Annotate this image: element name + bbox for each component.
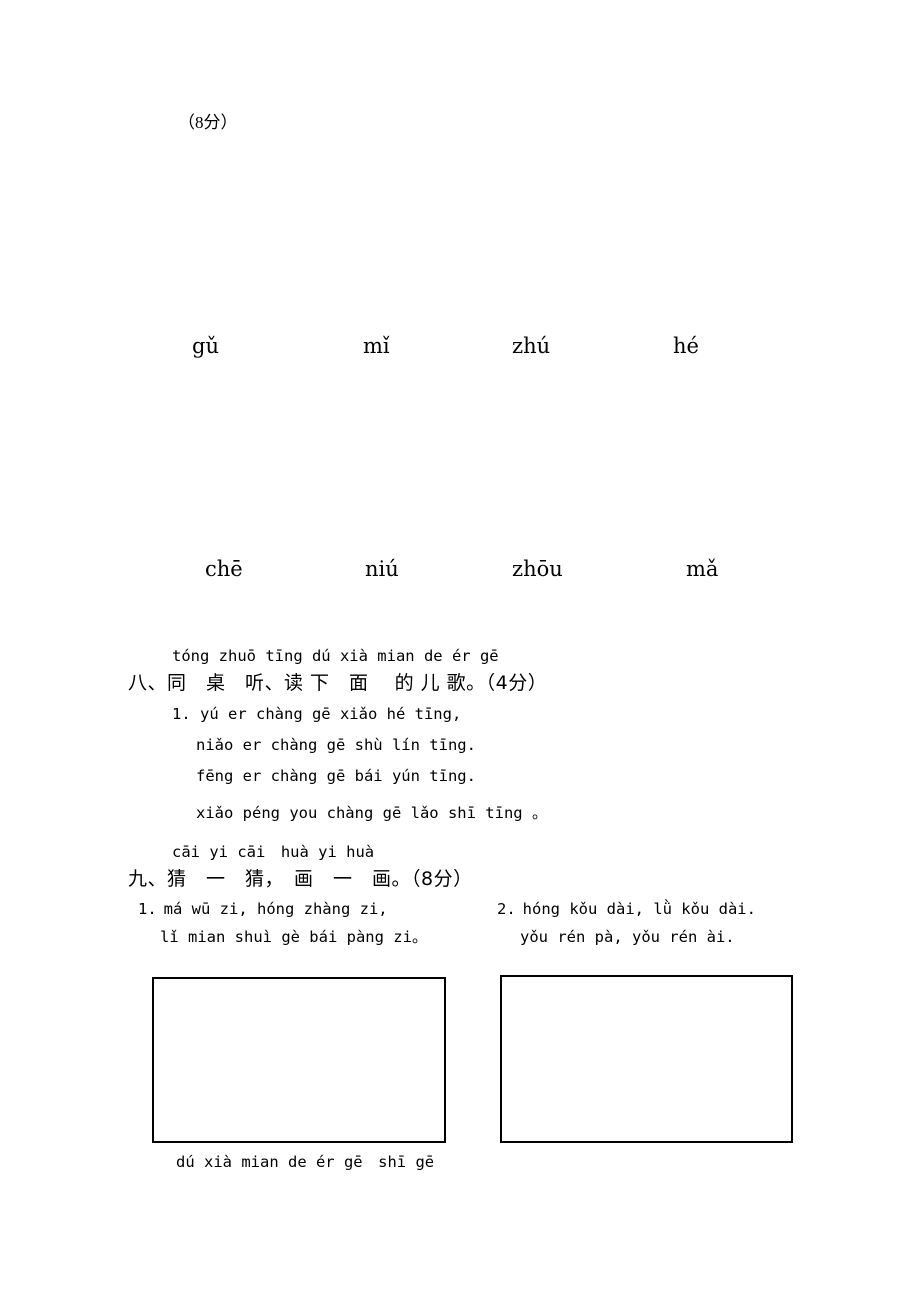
riddle-1-line-2: lǐ mian shuì gè bái pàng zi。 <box>160 928 428 946</box>
pinyin-word-row-2: chē niú zhōu mǎ <box>0 557 920 591</box>
section-nine-heading: 九、猜 一 猜， 画 一 画。（8分） <box>128 868 473 890</box>
riddle-1-line-1: má wū zi, hóng zhàng zi, <box>163 900 388 918</box>
pinyin-word: zhōu <box>512 557 563 581</box>
section-eight-pinyin-gloss: tóng zhuō tīng dú xià mian de ér gē <box>172 647 499 665</box>
pinyin-word: chē <box>205 557 243 581</box>
section-eight-line-4: xiǎo péng you chàng gē lǎo shī tīng 。 <box>196 804 548 822</box>
riddle-2-number: 2. <box>497 900 516 918</box>
pinyin-word: mǐ <box>363 334 390 358</box>
worksheet-page: （8分） gǔ mǐ zhú hé chē niú zhōu mǎ tóng z… <box>0 0 920 1302</box>
pinyin-word: niú <box>365 557 399 581</box>
section-eight-line-2: niǎo er chàng gē shù lín tīng. <box>196 736 476 754</box>
pinyin-word: mǎ <box>686 557 719 581</box>
score-label-top: （8分） <box>178 113 238 132</box>
drawing-answer-box-1[interactable] <box>152 977 446 1143</box>
pinyin-word: gǔ <box>192 334 219 358</box>
riddle-2-number-and-line-1: 2. hóng kǒu dài, lǜ kǒu dài. <box>497 900 756 918</box>
section-nine-pinyin-gloss: cāi yi cāi huà yi huà <box>172 843 375 861</box>
section-eight-line-1: 1. yú er chàng gē xiǎo hé tīng, <box>172 705 462 723</box>
drawing-answer-box-2[interactable] <box>500 975 793 1143</box>
footer-caption: dú xià mian de ér gē shī gē <box>176 1153 435 1171</box>
riddle-1-number: 1. <box>138 900 157 918</box>
riddle-2-line-1: hóng kǒu dài, lǜ kǒu dài. <box>522 900 756 918</box>
section-eight-heading: 八、同 桌 听、读 下 面 的 儿 歌。（4分） <box>128 672 548 694</box>
pinyin-word-row-1: gǔ mǐ zhú hé <box>0 334 920 368</box>
riddle-2-line-2: yǒu rén pà, yǒu rén ài. <box>520 928 735 946</box>
pinyin-word: zhú <box>512 334 551 358</box>
riddle-1-number-and-line-1: 1. má wū zi, hóng zhàng zi, <box>138 900 388 918</box>
section-eight-line-3: fēng er chàng gē bái yún tīng. <box>196 767 476 785</box>
pinyin-word: hé <box>673 334 699 358</box>
